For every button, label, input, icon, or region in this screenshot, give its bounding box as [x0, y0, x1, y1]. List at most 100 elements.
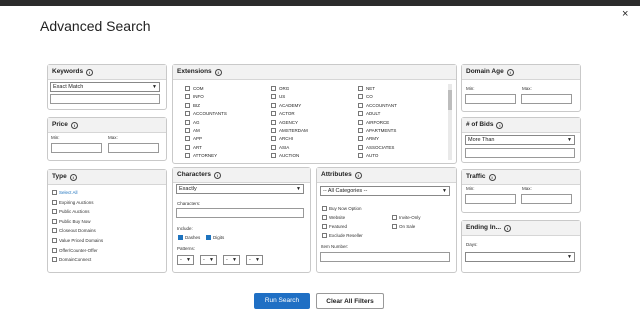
info-icon[interactable]: i [213, 171, 221, 179]
price-min-input[interactable] [51, 143, 102, 153]
days-select[interactable]: ▼ [465, 252, 575, 262]
extension-checkbox[interactable] [271, 86, 276, 91]
type-checkbox[interactable] [52, 257, 57, 263]
keywords-input[interactable] [50, 94, 160, 104]
extension-checkbox[interactable] [271, 144, 276, 150]
attribute-checkbox[interactable] [322, 215, 327, 220]
category-select[interactable]: -- All Categories -- ▼ [320, 186, 450, 196]
chevron-down-icon: ▼ [209, 257, 214, 263]
attribute-checkbox[interactable] [322, 224, 327, 229]
info-icon[interactable]: i [506, 68, 514, 76]
type-checkbox[interactable] [52, 247, 57, 253]
extension-checkbox[interactable] [185, 102, 190, 108]
type-checkbox[interactable] [52, 238, 57, 243]
close-icon[interactable]: × [622, 8, 628, 20]
item-number-input[interactable] [320, 252, 450, 262]
extension-label: INFO [193, 94, 204, 100]
info-icon[interactable]: i [69, 173, 77, 181]
attribute-label: Exclude Reseller [329, 233, 363, 238]
pattern-value: - [226, 257, 228, 263]
extension-checkbox[interactable] [271, 136, 276, 142]
attribute-checkbox[interactable] [322, 233, 327, 238]
extension-checkbox[interactable] [358, 128, 363, 133]
extension-label: AUTO [366, 153, 379, 159]
extension-checkbox[interactable] [185, 144, 190, 150]
extension-checkbox[interactable] [185, 111, 190, 117]
characters-mode-select[interactable]: Exactly ▼ [176, 184, 304, 194]
bids-mode-select[interactable]: More Than ▼ [465, 135, 575, 145]
extension-checkbox[interactable] [185, 86, 190, 91]
extension-label: US [279, 94, 286, 100]
type-checkbox[interactable] [52, 209, 57, 215]
pattern-select[interactable]: - ▼ [246, 255, 263, 265]
extension-checkbox[interactable] [358, 144, 363, 150]
traffic-min-input[interactable] [465, 194, 516, 204]
domain-age-min-input[interactable] [465, 94, 516, 104]
extension-label: ASIA [279, 144, 290, 150]
pattern-select[interactable]: - ▼ [223, 255, 240, 265]
pattern-select[interactable]: - ▼ [177, 255, 194, 265]
info-icon[interactable]: i [488, 173, 496, 181]
run-search-button[interactable]: Run Search [254, 293, 310, 309]
extension-checkbox[interactable] [358, 153, 363, 159]
domain-age-panel: Domain Age i [461, 64, 581, 112]
extension-label: ORG [279, 86, 290, 91]
extension-label: ACTOR [279, 111, 295, 117]
info-icon[interactable]: i [504, 224, 512, 232]
clear-filters-button[interactable]: Clear All Filters [316, 293, 384, 309]
extension-checkbox[interactable] [185, 136, 190, 142]
attribute-checkbox[interactable] [392, 215, 397, 220]
attribute-checkbox[interactable] [392, 224, 397, 229]
extension-label: ARMY [366, 136, 380, 142]
scrollbar-thumb[interactable] [448, 90, 452, 110]
extension-checkbox[interactable] [271, 111, 276, 117]
extension-checkbox[interactable] [185, 119, 190, 125]
digits-checkbox[interactable] [206, 235, 211, 240]
extension-checkbox[interactable] [271, 153, 276, 159]
extension-checkbox[interactable] [358, 94, 363, 100]
pattern-select[interactable]: - ▼ [200, 255, 217, 265]
dashes-checkbox[interactable] [178, 235, 183, 240]
traffic-header: Traffic [466, 173, 486, 180]
extension-checkbox[interactable] [271, 119, 276, 125]
extension-checkbox[interactable] [358, 102, 363, 108]
extension-label: ACCOUNTANT [366, 102, 397, 108]
domain-age-max-label: Max: [522, 86, 532, 91]
chevron-down-icon: ▼ [567, 137, 572, 143]
domain-age-header: Domain Age [466, 68, 504, 75]
type-checkbox[interactable] [52, 228, 57, 234]
chevron-down-icon: ▼ [152, 84, 157, 90]
extension-checkbox[interactable] [185, 153, 190, 159]
extension-checkbox[interactable] [185, 94, 190, 100]
extension-checkbox[interactable] [185, 128, 190, 133]
bids-input[interactable] [465, 148, 575, 158]
domain-age-max-input[interactable] [521, 94, 572, 104]
info-icon[interactable]: i [86, 68, 94, 76]
extension-checkbox[interactable] [358, 86, 363, 91]
extension-checkbox[interactable] [271, 94, 276, 100]
info-icon[interactable]: i [70, 121, 78, 129]
extension-checkbox[interactable] [358, 136, 363, 142]
traffic-max-input[interactable] [521, 194, 572, 204]
extensions-scrollbar[interactable] [448, 84, 452, 160]
price-min-label: Min: [51, 135, 60, 140]
extension-checkbox[interactable] [271, 128, 276, 133]
price-max-input[interactable] [108, 143, 159, 153]
info-icon[interactable]: i [496, 121, 504, 129]
chevron-down-icon: ▼ [296, 186, 301, 192]
type-checkbox[interactable] [52, 190, 57, 195]
type-checkbox[interactable] [52, 218, 57, 224]
keywords-mode-select[interactable]: Exact Match ▼ [50, 82, 160, 92]
type-item-label: Public Buy Now [59, 218, 91, 224]
attribute-checkbox[interactable] [322, 206, 327, 211]
info-icon[interactable]: i [214, 68, 222, 76]
extension-checkbox[interactable] [358, 119, 363, 125]
extension-checkbox[interactable] [271, 102, 276, 108]
extension-label: AUCTION [279, 153, 300, 159]
info-icon[interactable]: i [354, 171, 362, 179]
extension-checkbox[interactable] [358, 111, 363, 117]
type-checkbox[interactable] [52, 199, 57, 205]
domain-age-min-label: Min: [466, 86, 475, 91]
keywords-header: Keywords [52, 68, 84, 75]
characters-input[interactable] [176, 208, 304, 218]
